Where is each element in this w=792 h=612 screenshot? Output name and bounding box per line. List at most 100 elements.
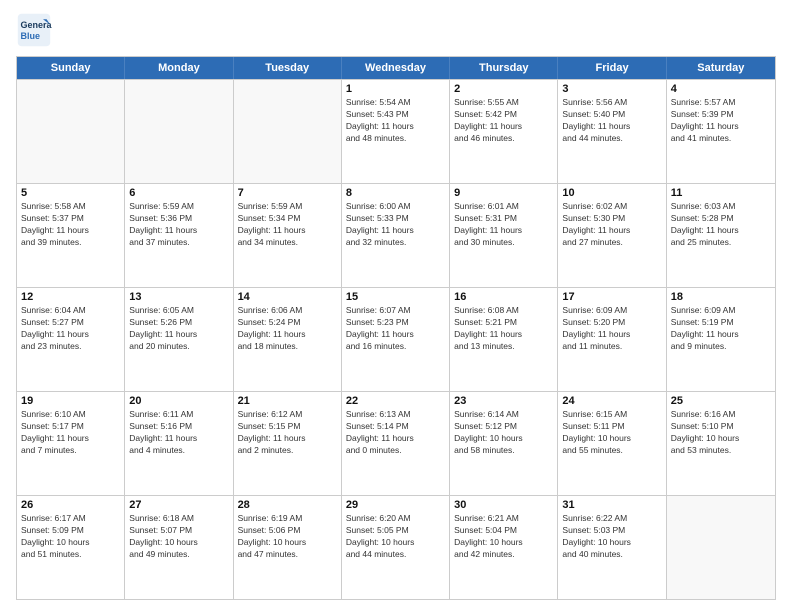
- day-number: 11: [671, 187, 771, 199]
- day-header-tuesday: Tuesday: [234, 57, 342, 79]
- day-number: 18: [671, 291, 771, 303]
- day-number: 24: [562, 395, 661, 407]
- day-header-friday: Friday: [558, 57, 666, 79]
- day-number: 21: [238, 395, 337, 407]
- day-number: 7: [238, 187, 337, 199]
- day-header-thursday: Thursday: [450, 57, 558, 79]
- day-number: 26: [21, 499, 120, 511]
- day-detail: Sunrise: 5:58 AM Sunset: 5:37 PM Dayligh…: [21, 201, 120, 249]
- day-detail: Sunrise: 6:15 AM Sunset: 5:11 PM Dayligh…: [562, 409, 661, 457]
- day-detail: Sunrise: 5:59 AM Sunset: 5:36 PM Dayligh…: [129, 201, 228, 249]
- day-detail: Sunrise: 6:02 AM Sunset: 5:30 PM Dayligh…: [562, 201, 661, 249]
- day-number: 9: [454, 187, 553, 199]
- day-detail: Sunrise: 6:10 AM Sunset: 5:17 PM Dayligh…: [21, 409, 120, 457]
- day-detail: Sunrise: 6:07 AM Sunset: 5:23 PM Dayligh…: [346, 305, 445, 353]
- cal-cell: 27 Sunrise: 6:18 AM Sunset: 5:07 PM Dayli…: [125, 496, 233, 599]
- day-detail: Sunrise: 6:03 AM Sunset: 5:28 PM Dayligh…: [671, 201, 771, 249]
- day-number: 27: [129, 499, 228, 511]
- cal-cell: 13 Sunrise: 6:05 AM Sunset: 5:26 PM Dayli…: [125, 288, 233, 391]
- day-number: 22: [346, 395, 445, 407]
- day-detail: Sunrise: 6:19 AM Sunset: 5:06 PM Dayligh…: [238, 513, 337, 561]
- cal-cell: 12 Sunrise: 6:04 AM Sunset: 5:27 PM Dayli…: [17, 288, 125, 391]
- cal-cell: 29 Sunrise: 6:20 AM Sunset: 5:05 PM Dayli…: [342, 496, 450, 599]
- day-number: 1: [346, 83, 445, 95]
- cal-cell: 14 Sunrise: 6:06 AM Sunset: 5:24 PM Dayli…: [234, 288, 342, 391]
- week-row-4: 19 Sunrise: 6:10 AM Sunset: 5:17 PM Dayli…: [17, 391, 775, 495]
- day-header-saturday: Saturday: [667, 57, 775, 79]
- cal-cell: 23Sunrise: 6:14 AM Sunset: 5:12 PM Dayli…: [450, 392, 558, 495]
- cal-cell: 1 Sunrise: 5:54 AM Sunset: 5:43 PM Daylig…: [342, 80, 450, 183]
- day-number: 10: [562, 187, 661, 199]
- cal-cell: 7 Sunrise: 5:59 AM Sunset: 5:34 PM Daylig…: [234, 184, 342, 287]
- day-detail: Sunrise: 6:18 AM Sunset: 5:07 PM Dayligh…: [129, 513, 228, 561]
- day-number: 20: [129, 395, 228, 407]
- day-detail: Sunrise: 6:04 AM Sunset: 5:27 PM Dayligh…: [21, 305, 120, 353]
- cal-cell: 21Sunrise: 6:12 AM Sunset: 5:15 PM Dayli…: [234, 392, 342, 495]
- cal-cell: 5Sunrise: 5:58 AM Sunset: 5:37 PM Daylig…: [17, 184, 125, 287]
- page: General Blue SundayMondayTuesdayWednesda…: [0, 0, 792, 612]
- cal-cell: [234, 80, 342, 183]
- day-number: 14: [238, 291, 337, 303]
- day-detail: Sunrise: 6:06 AM Sunset: 5:24 PM Dayligh…: [238, 305, 337, 353]
- day-detail: Sunrise: 6:09 AM Sunset: 5:20 PM Dayligh…: [562, 305, 661, 353]
- logo-icon: General Blue: [16, 12, 52, 48]
- cal-cell: 6 Sunrise: 5:59 AM Sunset: 5:36 PM Daylig…: [125, 184, 233, 287]
- day-detail: Sunrise: 5:54 AM Sunset: 5:43 PM Dayligh…: [346, 97, 445, 145]
- day-detail: Sunrise: 6:00 AM Sunset: 5:33 PM Dayligh…: [346, 201, 445, 249]
- day-detail: Sunrise: 6:05 AM Sunset: 5:26 PM Dayligh…: [129, 305, 228, 353]
- day-detail: Sunrise: 6:20 AM Sunset: 5:05 PM Dayligh…: [346, 513, 445, 561]
- day-number: 15: [346, 291, 445, 303]
- day-number: 25: [671, 395, 771, 407]
- cal-cell: 17 Sunrise: 6:09 AM Sunset: 5:20 PM Dayli…: [558, 288, 666, 391]
- logo: General Blue: [16, 12, 58, 48]
- day-detail: Sunrise: 6:16 AM Sunset: 5:10 PM Dayligh…: [671, 409, 771, 457]
- day-number: 30: [454, 499, 553, 511]
- cal-cell: 10 Sunrise: 6:02 AM Sunset: 5:30 PM Dayli…: [558, 184, 666, 287]
- day-number: 3: [562, 83, 661, 95]
- day-number: 6: [129, 187, 228, 199]
- cal-cell: 11 Sunrise: 6:03 AM Sunset: 5:28 PM Dayli…: [667, 184, 775, 287]
- day-detail: Sunrise: 6:17 AM Sunset: 5:09 PM Dayligh…: [21, 513, 120, 561]
- day-detail: Sunrise: 6:21 AM Sunset: 5:04 PM Dayligh…: [454, 513, 553, 561]
- cal-cell: 26 Sunrise: 6:17 AM Sunset: 5:09 PM Dayli…: [17, 496, 125, 599]
- day-detail: Sunrise: 6:14 AM Sunset: 5:12 PM Dayligh…: [454, 409, 553, 457]
- cal-cell: 22 Sunrise: 6:13 AM Sunset: 5:14 PM Dayli…: [342, 392, 450, 495]
- day-number: 8: [346, 187, 445, 199]
- day-detail: Sunrise: 6:08 AM Sunset: 5:21 PM Dayligh…: [454, 305, 553, 353]
- cal-cell: 2 Sunrise: 5:55 AM Sunset: 5:42 PM Daylig…: [450, 80, 558, 183]
- calendar: SundayMondayTuesdayWednesdayThursdayFrid…: [16, 56, 776, 600]
- cal-cell: 9 Sunrise: 6:01 AM Sunset: 5:31 PM Daylig…: [450, 184, 558, 287]
- day-number: 2: [454, 83, 553, 95]
- day-detail: Sunrise: 5:59 AM Sunset: 5:34 PM Dayligh…: [238, 201, 337, 249]
- day-number: 31: [562, 499, 661, 511]
- header: General Blue: [16, 12, 776, 48]
- week-row-3: 12 Sunrise: 6:04 AM Sunset: 5:27 PM Dayli…: [17, 287, 775, 391]
- day-header-wednesday: Wednesday: [342, 57, 450, 79]
- day-number: 13: [129, 291, 228, 303]
- cal-cell: 8 Sunrise: 6:00 AM Sunset: 5:33 PM Daylig…: [342, 184, 450, 287]
- cal-cell: 31 Sunrise: 6:22 AM Sunset: 5:03 PM Dayli…: [558, 496, 666, 599]
- cal-cell: 24 Sunrise: 6:15 AM Sunset: 5:11 PM Dayli…: [558, 392, 666, 495]
- svg-text:Blue: Blue: [21, 31, 41, 41]
- day-header-monday: Monday: [125, 57, 233, 79]
- day-detail: Sunrise: 6:01 AM Sunset: 5:31 PM Dayligh…: [454, 201, 553, 249]
- day-detail: Sunrise: 6:22 AM Sunset: 5:03 PM Dayligh…: [562, 513, 661, 561]
- day-number: 19: [21, 395, 120, 407]
- day-detail: Sunrise: 6:09 AM Sunset: 5:19 PM Dayligh…: [671, 305, 771, 353]
- calendar-header-row: SundayMondayTuesdayWednesdayThursdayFrid…: [17, 57, 775, 79]
- day-number: 29: [346, 499, 445, 511]
- cal-cell: 19 Sunrise: 6:10 AM Sunset: 5:17 PM Dayli…: [17, 392, 125, 495]
- day-number: 28: [238, 499, 337, 511]
- day-detail: Sunrise: 6:13 AM Sunset: 5:14 PM Dayligh…: [346, 409, 445, 457]
- cal-cell: 18 Sunrise: 6:09 AM Sunset: 5:19 PM Dayli…: [667, 288, 775, 391]
- day-number: 12: [21, 291, 120, 303]
- week-row-1: 1 Sunrise: 5:54 AM Sunset: 5:43 PM Daylig…: [17, 79, 775, 183]
- day-detail: Sunrise: 5:57 AM Sunset: 5:39 PM Dayligh…: [671, 97, 771, 145]
- cal-cell: 28 Sunrise: 6:19 AM Sunset: 5:06 PM Dayli…: [234, 496, 342, 599]
- cal-cell: 15 Sunrise: 6:07 AM Sunset: 5:23 PM Dayli…: [342, 288, 450, 391]
- cal-cell: 30 Sunrise: 6:21 AM Sunset: 5:04 PM Dayli…: [450, 496, 558, 599]
- day-header-sunday: Sunday: [17, 57, 125, 79]
- day-detail: Sunrise: 5:55 AM Sunset: 5:42 PM Dayligh…: [454, 97, 553, 145]
- day-number: 17: [562, 291, 661, 303]
- day-number: 16: [454, 291, 553, 303]
